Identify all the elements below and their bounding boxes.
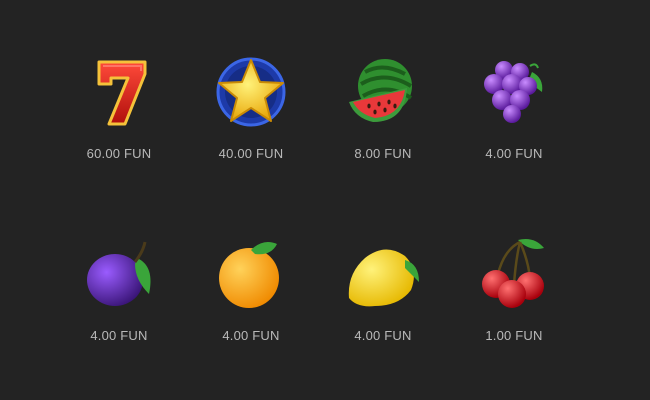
payout-value: 60.00 FUN	[86, 146, 152, 161]
orange-icon	[211, 234, 291, 314]
watermelon-icon	[343, 52, 423, 132]
payout-value: 40.00 FUN	[218, 146, 284, 161]
paytable-item-orange: 4.00 FUN	[196, 234, 306, 364]
seven-icon	[79, 52, 159, 132]
payout-value: 4.00 FUN	[354, 328, 412, 343]
payout-value: 4.00 FUN	[485, 146, 543, 161]
paytable-item-lemon: 4.00 FUN	[328, 234, 438, 364]
payout-value: 4.00 FUN	[90, 328, 148, 343]
paytable-item-grapes: 4.00 FUN	[459, 52, 569, 182]
paytable: 60.00 FUN 40.00 FUN 8.00 FUN 4.00 FUN 4.…	[0, 0, 650, 400]
payout-value: 8.00 FUN	[354, 146, 412, 161]
paytable-item-seven: 60.00 FUN	[64, 52, 174, 182]
lemon-icon	[343, 234, 423, 314]
grapes-icon	[474, 52, 554, 132]
paytable-item-watermelon: 8.00 FUN	[328, 52, 438, 182]
payout-value: 4.00 FUN	[222, 328, 280, 343]
paytable-item-plum: 4.00 FUN	[64, 234, 174, 364]
payout-value: 1.00 FUN	[485, 328, 543, 343]
star-icon	[211, 52, 291, 132]
paytable-item-cherries: 1.00 FUN	[459, 234, 569, 364]
cherries-icon	[474, 234, 554, 314]
plum-icon	[79, 234, 159, 314]
paytable-item-star: 40.00 FUN	[196, 52, 306, 182]
